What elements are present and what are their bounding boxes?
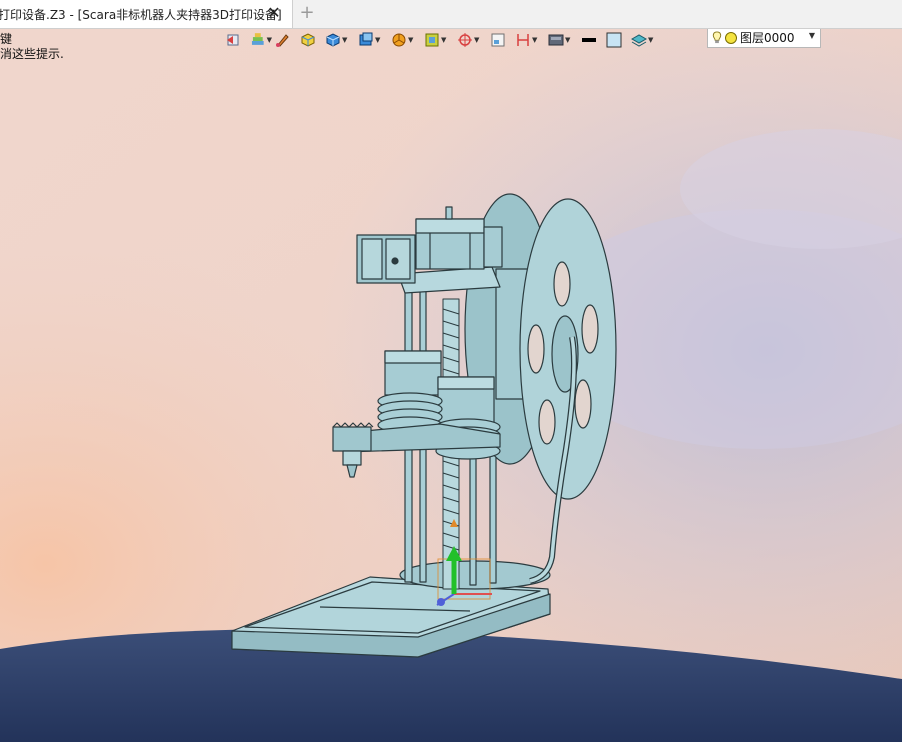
view-toolbar: ▼ ▼ ▼ ▼ ▼ ▼ ▼ ▼ ▼: [225, 29, 664, 51]
dropdown-arrow-icon[interactable]: ▼: [441, 36, 446, 44]
layer-color-dot-icon: [725, 31, 737, 44]
layer-stack-button[interactable]: ▼: [631, 30, 661, 50]
pick-point-icon: [458, 33, 472, 47]
dimension-icon: [517, 34, 529, 46]
brush-button[interactable]: [275, 30, 297, 50]
view-orientation-button[interactable]: ▼: [358, 30, 388, 50]
pick-point-button[interactable]: ▼: [457, 30, 487, 50]
dropdown-arrow-icon[interactable]: ▼: [375, 36, 380, 44]
dropdown-arrow-icon[interactable]: ▼: [565, 36, 570, 44]
brush-icon: [276, 34, 289, 47]
dropdown-arrow-icon[interactable]: ▼: [408, 36, 413, 44]
close-icon[interactable]: ✕: [266, 5, 282, 21]
sheet-button[interactable]: [490, 30, 512, 50]
dropdown-arrow-icon[interactable]: ▼: [267, 36, 272, 44]
back-view-button[interactable]: [225, 30, 247, 50]
frame-select-icon: [425, 33, 439, 47]
dropdown-arrow-icon[interactable]: ▼: [474, 36, 479, 44]
lightbulb-icon[interactable]: [712, 31, 722, 44]
fill-color-button[interactable]: [606, 30, 628, 50]
layer-select[interactable]: 图层0000 ▼: [707, 29, 821, 48]
3d-viewport[interactable]: 键 消这些提示. ▼ ▼ ▼ ▼ ▼ ▼ ▼ ▼ ▼ 图层0000 ▼: [0, 29, 902, 742]
cube-render-button[interactable]: ▼: [325, 30, 355, 50]
line-color-button[interactable]: [581, 30, 603, 50]
display-mode-button[interactable]: ▼: [548, 30, 578, 50]
layer-name: 图层0000: [740, 31, 795, 45]
chevron-down-icon[interactable]: ▼: [809, 31, 815, 40]
document-tab-title: 打印设备.Z3 - [Scara非标机器人夹持器3D打印设备]: [0, 7, 282, 22]
fill-color-icon: [606, 32, 622, 48]
layers-display-button[interactable]: ▼: [250, 30, 272, 50]
back-view-icon: [227, 34, 239, 46]
pie-filter-button[interactable]: ▼: [391, 30, 421, 50]
layer-stack-icon: [631, 34, 647, 47]
view-orientation-icon: [359, 32, 373, 46]
frame-select-button[interactable]: ▼: [424, 30, 454, 50]
line-color-icon: [582, 38, 596, 42]
dropdown-arrow-icon[interactable]: ▼: [648, 36, 653, 44]
plus-icon[interactable]: +: [298, 4, 316, 22]
display-mode-icon: [548, 34, 564, 46]
dimension-button[interactable]: ▼: [515, 30, 545, 50]
pie-filter-icon: [392, 33, 406, 47]
dropdown-arrow-icon[interactable]: ▼: [532, 36, 537, 44]
sheet-icon: [491, 33, 505, 47]
printer-3d-model[interactable]: [0, 29, 902, 742]
shaded-cube-icon: [301, 33, 315, 47]
cube-render-icon: [326, 33, 340, 47]
shaded-cube-button[interactable]: [300, 30, 322, 50]
layers-display-icon: [251, 33, 264, 45]
dropdown-arrow-icon[interactable]: ▼: [342, 36, 347, 44]
document-tab[interactable]: 打印设备.Z3 - [Scara非标机器人夹持器3D打印设备] ✕: [0, 0, 293, 28]
document-tab-bar: 打印设备.Z3 - [Scara非标机器人夹持器3D打印设备] ✕ +: [0, 0, 902, 29]
